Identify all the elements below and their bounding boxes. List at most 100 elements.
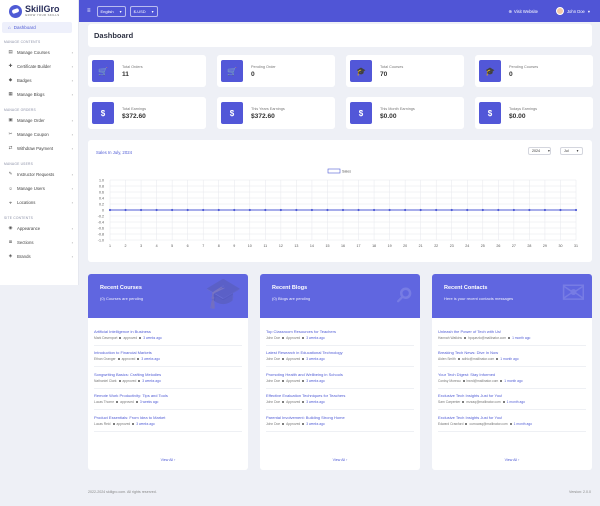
- brand[interactable]: SkillGro GROW YOUR SKILLS: [0, 0, 78, 22]
- item-title[interactable]: Songwriting Basics: Crafting Melodies: [94, 372, 242, 377]
- list-item[interactable]: Unleash the Power of Tech with Us! Hanna…: [438, 324, 586, 346]
- list-item[interactable]: Artificial Intelligence in Business Mark…: [94, 324, 242, 346]
- x-tick-label: 31: [574, 244, 578, 248]
- sidebar-item-brands[interactable]: ◈ Brands ›: [0, 249, 78, 263]
- sidebar-item-instructor-requests[interactable]: ✎ Instructor Requests ›: [0, 167, 78, 181]
- list-item[interactable]: Top Classroom Resources for Teachers Joh…: [266, 324, 414, 346]
- item-title[interactable]: Parental Involvement: Building Strong Ho…: [266, 415, 414, 420]
- item-time: 1 month ago: [506, 400, 526, 405]
- sidebar-item-dashboard[interactable]: ⌂ Dashboard: [2, 22, 72, 33]
- list-item[interactable]: Product Essentials: From Idea to Market …: [94, 410, 242, 432]
- item-title[interactable]: Effective Evaluation Techniques for Teac…: [266, 393, 414, 398]
- item-title[interactable]: Introduction to Financial Markets: [94, 350, 242, 355]
- list-item[interactable]: Breaking Tech News: Dive In Now Aiden Sm…: [438, 346, 586, 367]
- data-point: [108, 208, 112, 212]
- list-item[interactable]: Exclusive Tech Insights Just for You! Sa…: [438, 389, 586, 410]
- item-time: 3 weeks ago: [139, 400, 159, 405]
- view-all-link[interactable]: View All ›: [260, 458, 420, 462]
- data-point: [248, 208, 251, 212]
- list-item[interactable]: Remote Work Productivity: Tips and Tools…: [94, 389, 242, 410]
- item-title[interactable]: Artificial Intelligence in Business: [94, 329, 242, 334]
- data-point: [295, 208, 298, 212]
- item-title[interactable]: Exclusive Tech Insights Just for You!: [438, 415, 586, 420]
- item-status: bwrd@mailinator.com: [466, 378, 499, 383]
- topbar: ≡ English ▾ $-USD ▾ ⊕ Visit Website John…: [79, 0, 600, 22]
- x-tick-label: 12: [279, 244, 283, 248]
- data-point: [233, 208, 236, 212]
- sidebar-item-manage-courses[interactable]: ▤ Manage Courses ›: [0, 45, 78, 59]
- data-point: [186, 208, 189, 212]
- sidebar-item-manage-coupon[interactable]: ✂ Manage Coupon ›: [0, 127, 78, 141]
- list-item[interactable]: Promoting Health and Wellbeing in School…: [266, 367, 414, 389]
- menu-toggle-icon[interactable]: ≡: [87, 8, 91, 14]
- list-item[interactable]: Latest Research in Educational Technolog…: [266, 346, 414, 367]
- list-item[interactable]: Parental Involvement: Building Strong Ho…: [266, 410, 414, 432]
- item-title[interactable]: Breaking Tech News: Dive In Now: [438, 350, 586, 355]
- stat-value: $0.00: [380, 112, 397, 120]
- item-meta: John Doe Approved 3 weeks ago: [266, 357, 414, 361]
- x-tick-label: 21: [419, 244, 423, 248]
- y-tick-label: -0.2: [98, 214, 104, 218]
- sidebar-item-label: Manage Blogs: [17, 91, 45, 97]
- item-author: John Doe: [266, 378, 281, 383]
- sidebar-item-locations[interactable]: ⌖ Locations ›: [0, 195, 78, 209]
- item-title[interactable]: Top Classroom Resources for Teachers: [266, 329, 414, 334]
- nav-icon: ▤: [8, 49, 13, 54]
- sidebar-item-manage-order[interactable]: ▣ Manage Order ›: [0, 113, 78, 127]
- x-tick-label: 29: [543, 244, 547, 248]
- view-all-label: View All: [504, 458, 518, 462]
- list-item[interactable]: Effective Evaluation Techniques for Teac…: [266, 389, 414, 410]
- sidebar-item-label: Instructor Requests: [17, 171, 55, 177]
- stat-value: $0.00: [509, 112, 526, 120]
- item-time: 1 month ago: [504, 378, 523, 383]
- item-author: Ethan Granger: [94, 357, 116, 362]
- chevron-right-icon: ›: [71, 171, 73, 177]
- item-title[interactable]: Your Tech Digest: Stay Informed: [438, 372, 586, 377]
- item-title[interactable]: Remote Work Productivity: Tips and Tools: [94, 393, 242, 398]
- item-meta: Aiden Smith adhic@mailinator.com 1 month a…: [438, 357, 586, 361]
- list-item[interactable]: Your Tech Digest: Stay Informed Cordsy M…: [438, 367, 586, 389]
- view-all-link[interactable]: View All ›: [432, 458, 592, 462]
- item-time: 3 weeks ago: [143, 335, 162, 340]
- data-point: [419, 208, 422, 212]
- chevron-right-icon: ›: [71, 239, 73, 245]
- sidebar-item-badges[interactable]: ◆ Badges ›: [0, 73, 78, 87]
- data-point: [388, 208, 391, 212]
- item-time: 3 weeks ago: [306, 378, 325, 383]
- item-title[interactable]: Product Essentials: From Idea to Market: [94, 415, 242, 420]
- item-author: Cordsy Moreau: [438, 378, 461, 383]
- sidebar-item-certificate-builder[interactable]: ✚ Certificate Builder ›: [0, 59, 78, 73]
- sidebar-item-label: Certificate Builder: [17, 63, 51, 69]
- x-tick-label: 24: [465, 244, 469, 248]
- sidebar-item-sections[interactable]: ≣ Sections ›: [0, 235, 78, 249]
- sidebar-item-manage-blogs[interactable]: ▦ Manage Blogs ›: [0, 87, 78, 101]
- item-title[interactable]: Exclusive Tech Insights Just for You!: [438, 393, 586, 398]
- sidebar-item-manage-users[interactable]: ☺ Manage Users ›: [0, 181, 78, 195]
- item-title[interactable]: Latest Research in Educational Technolog…: [266, 350, 414, 355]
- user-menu[interactable]: John Doe ▾: [555, 7, 590, 15]
- list-item[interactable]: Songwriting Basics: Crafting Melodies Na…: [94, 367, 242, 389]
- language-select[interactable]: English ▾: [96, 5, 126, 17]
- list-item[interactable]: Introduction to Financial Markets Ethan …: [94, 346, 242, 367]
- item-time: 3 weeks ago: [306, 357, 325, 362]
- sidebar-item-appearance[interactable]: ◉ Appearance ›: [0, 221, 78, 235]
- sidebar-item-withdraw-payment[interactable]: ⇄ Withdraw Payment ›: [0, 141, 78, 155]
- item-status: Approved: [286, 335, 301, 340]
- data-point: [481, 208, 484, 212]
- item-meta: John Doe Approved 3 weeks ago: [266, 379, 414, 383]
- item-title[interactable]: Promoting Health and Wellbeing in School…: [266, 372, 414, 377]
- main-content: Dashboard 🛒 Total Orders 11 🛒 Pending Or…: [88, 22, 593, 470]
- item-status: mzzaq@mailinator.com: [466, 400, 501, 405]
- nav-icon: ◆: [8, 77, 13, 82]
- sidebar-item-label: Dashboard: [13, 25, 36, 30]
- list-item[interactable]: Exclusive Tech Insights Just for You! Ed…: [438, 410, 586, 432]
- sales-chart-card: Sales In July, 2024 2024 ▾ Jul ▾ 1.0 0.8 0…: [88, 140, 592, 262]
- view-all-link[interactable]: View All ›: [88, 458, 248, 462]
- item-status: Approved: [286, 421, 301, 426]
- item-title[interactable]: Unleash the Power of Tech with Us!: [438, 329, 586, 334]
- visit-website-link[interactable]: ⊕ Visit Website: [508, 9, 538, 14]
- x-tick-label: 28: [527, 244, 531, 248]
- currency-select[interactable]: $-USD ▾: [129, 5, 158, 17]
- item-meta: John Doe Approved 3 weeks ago: [266, 400, 414, 404]
- dollar-icon: $: [221, 102, 243, 124]
